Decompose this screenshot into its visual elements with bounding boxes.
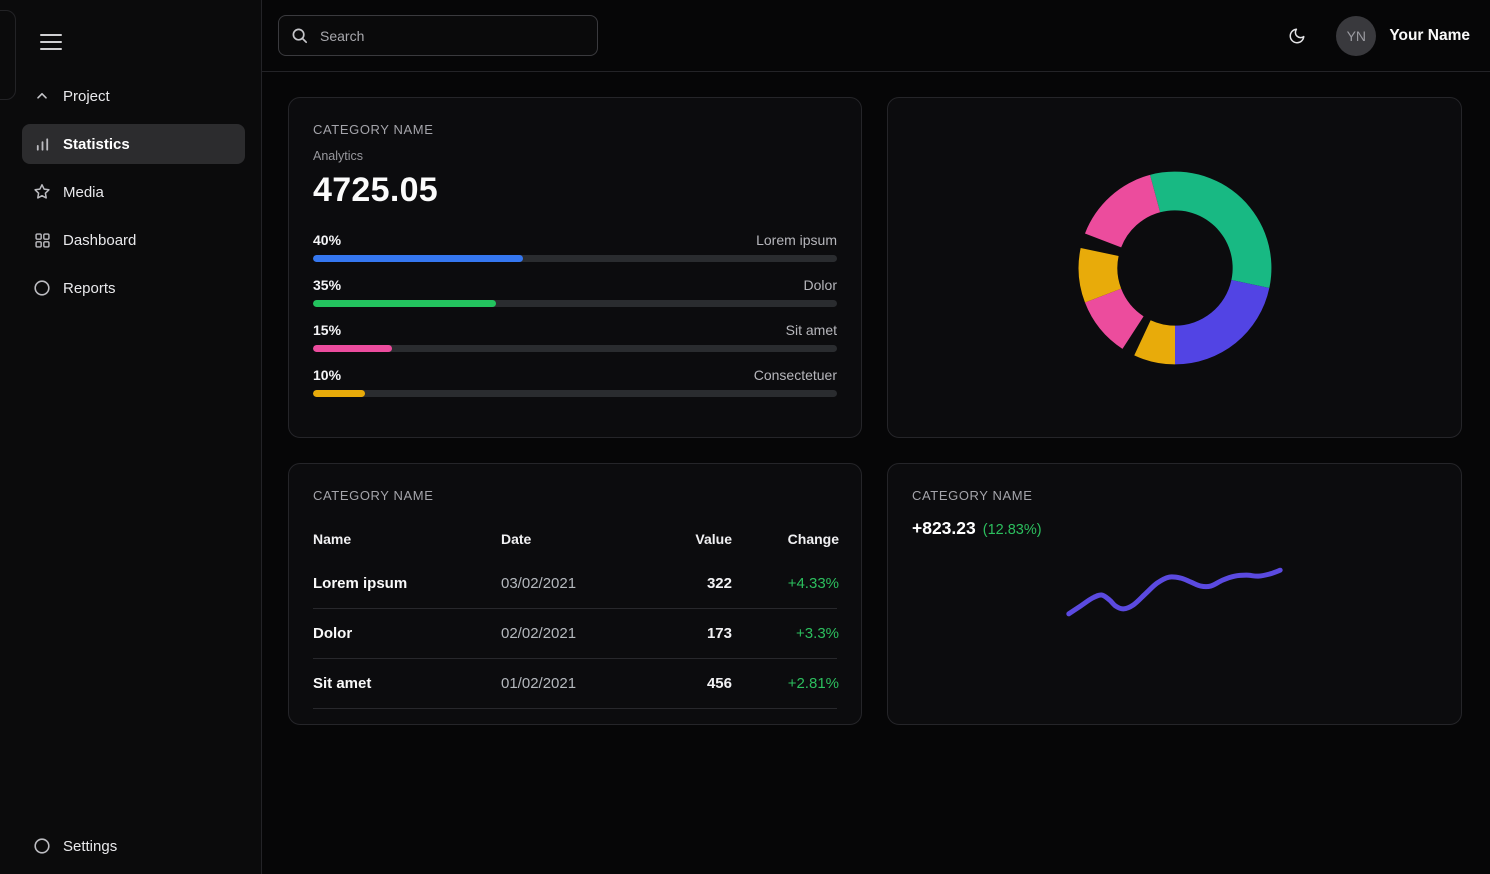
progress-label: Dolor	[804, 277, 837, 293]
progress-fill	[313, 390, 365, 397]
column-header-change: Change	[732, 531, 839, 547]
progress-percent: 40%	[313, 232, 341, 248]
search-box[interactable]	[278, 15, 598, 56]
cell-change: +4.33%	[732, 575, 839, 592]
moon-icon	[1288, 27, 1306, 45]
cell-name: Sit amet	[313, 675, 501, 692]
progress-track	[313, 300, 837, 307]
table-row: Lorem ipsum 03/02/2021 322 +4.33%	[313, 559, 837, 609]
progress-item: 10% Consectetuer	[313, 367, 837, 397]
progress-percent: 15%	[313, 322, 341, 338]
sidebar-item-label: Reports	[63, 280, 116, 297]
sidebar-item-media[interactable]: Media	[22, 172, 245, 212]
sidebar-item-label: Project	[63, 88, 110, 105]
donut-segment	[1134, 320, 1175, 364]
topbar: YN Your Name	[262, 0, 1490, 72]
trend-line	[1069, 570, 1280, 614]
cell-date: 01/02/2021	[501, 675, 627, 692]
cell-date: 03/02/2021	[501, 575, 627, 592]
search-icon	[291, 27, 308, 44]
sidebar-item-statistics[interactable]: Statistics	[22, 124, 245, 164]
column-header-value: Value	[627, 531, 732, 547]
card-category-label: CATEGORY NAME	[313, 488, 837, 503]
dashboard-grid: CATEGORY NAME Analytics 4725.05 40% Lore…	[262, 72, 1490, 725]
sidebar-item-label: Settings	[63, 838, 117, 855]
sidebar-item-label: Dashboard	[63, 232, 136, 249]
dark-mode-toggle-button[interactable]	[1282, 21, 1312, 51]
topbar-right: YN Your Name	[1282, 16, 1470, 56]
cell-change: +3.3%	[732, 625, 839, 642]
progress-fill	[313, 345, 392, 352]
card-category-label: CATEGORY NAME	[313, 122, 837, 137]
column-header-date: Date	[501, 531, 627, 547]
donut-segment	[1085, 175, 1160, 247]
sidebar-item-label: Statistics	[63, 136, 130, 153]
progress-percent: 10%	[313, 367, 341, 383]
progress-item: 40% Lorem ipsum	[313, 232, 837, 262]
cell-value: 322	[627, 575, 732, 592]
data-table: Name Date Value Change Lorem ipsum 03/02…	[313, 519, 837, 709]
line-chart	[888, 464, 1461, 724]
avatar[interactable]: YN	[1336, 16, 1376, 56]
progress-label: Lorem ipsum	[756, 232, 837, 248]
sidebar-item-dashboard[interactable]: Dashboard	[22, 220, 245, 260]
analytics-value: 4725.05	[313, 171, 837, 210]
donut-segment	[1175, 280, 1269, 364]
table-card: CATEGORY NAME Name Date Value Change Lor…	[288, 463, 862, 725]
circle-icon	[33, 837, 51, 855]
cell-name: Lorem ipsum	[313, 575, 501, 592]
sidebar-nav: Project Statistics Media Dashboard Reports	[0, 76, 261, 308]
sidebar-item-project[interactable]: Project	[22, 76, 245, 116]
progress-track	[313, 390, 837, 397]
table-header-row: Name Date Value Change	[313, 519, 837, 559]
sidebar-item-label: Media	[63, 184, 104, 201]
user-name: Your Name	[1389, 27, 1470, 45]
cell-name: Dolor	[313, 625, 501, 642]
donut-segment	[1150, 172, 1271, 288]
hamburger-menu-button[interactable]	[40, 34, 62, 50]
cell-value: 456	[627, 675, 732, 692]
progress-item: 15% Sit amet	[313, 322, 837, 352]
progress-item: 35% Dolor	[313, 277, 837, 307]
analytics-card: CATEGORY NAME Analytics 4725.05 40% Lore…	[288, 97, 862, 438]
cell-value: 173	[627, 625, 732, 642]
search-input[interactable]	[318, 27, 585, 45]
progress-label: Sit amet	[786, 322, 837, 338]
progress-percent: 35%	[313, 277, 341, 293]
cell-change: +2.81%	[732, 675, 839, 692]
main-area: YN Your Name CATEGORY NAME Analytics 472…	[262, 0, 1490, 874]
progress-fill	[313, 300, 496, 307]
sidebar-footer: Settings	[0, 826, 261, 874]
circle-icon	[33, 279, 51, 297]
trend-card: CATEGORY NAME +823.23 (12.83%)	[887, 463, 1462, 725]
progress-label: Consectetuer	[754, 367, 837, 383]
bar-chart-icon	[33, 135, 51, 153]
donut-card	[887, 97, 1462, 438]
progress-track	[313, 345, 837, 352]
progress-fill	[313, 255, 523, 262]
star-icon	[33, 183, 51, 201]
cell-date: 02/02/2021	[501, 625, 627, 642]
table-row: Sit amet 01/02/2021 456 +2.81%	[313, 659, 837, 709]
analytics-subtitle: Analytics	[313, 149, 837, 163]
table-row: Dolor 02/02/2021 173 +3.3%	[313, 609, 837, 659]
sidebar-item-settings[interactable]: Settings	[22, 826, 245, 866]
column-header-name: Name	[313, 531, 501, 547]
sidebar: Project Statistics Media Dashboard Reports S…	[0, 0, 262, 874]
sidebar-item-reports[interactable]: Reports	[22, 268, 245, 308]
grid-icon	[33, 231, 51, 249]
progress-bars: 40% Lorem ipsum 35% Dolor 15% Sit amet 1…	[313, 232, 837, 397]
chevron-up-icon	[33, 87, 51, 105]
window-edge-artifact	[0, 10, 16, 100]
donut-chart	[888, 98, 1461, 437]
progress-track	[313, 255, 837, 262]
